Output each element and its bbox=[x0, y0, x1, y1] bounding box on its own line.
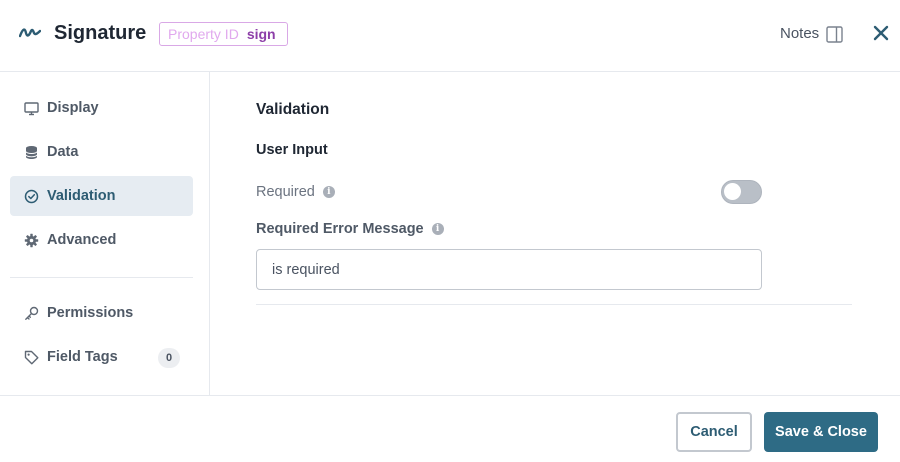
gear-icon bbox=[24, 233, 39, 248]
tag-icon bbox=[24, 350, 39, 365]
required-label: Required bbox=[256, 184, 315, 200]
save-and-close-button[interactable]: Save & Close bbox=[764, 412, 878, 452]
close-icon[interactable] bbox=[871, 23, 891, 43]
sidebar-item-advanced[interactable]: Advanced bbox=[10, 220, 193, 260]
sidebar-item-label: Permissions bbox=[47, 305, 134, 321]
property-id-key: Property ID bbox=[168, 26, 239, 42]
required-field-label: Required i bbox=[256, 182, 335, 202]
content-divider bbox=[256, 304, 852, 305]
modal-title: Signature bbox=[54, 22, 147, 44]
required-toggle[interactable] bbox=[721, 180, 762, 204]
sidebar-divider bbox=[10, 277, 193, 278]
section-title: Validation bbox=[256, 101, 330, 118]
property-id-value: sign bbox=[246, 26, 276, 42]
modal-footer: Cancel Save & Close bbox=[0, 395, 900, 462]
settings-sidebar: Display Data Validation Advanced Permiss… bbox=[0, 72, 210, 395]
modal-header: Signature Property ID sign Notes bbox=[0, 0, 900, 72]
toggle-knob bbox=[724, 183, 741, 200]
notes-button[interactable]: Notes bbox=[780, 24, 843, 44]
error-message-label: Required Error Message bbox=[256, 221, 424, 237]
sidebar-item-data[interactable]: Data bbox=[10, 132, 193, 172]
key-icon bbox=[24, 306, 39, 321]
sidebar-item-validation[interactable]: Validation bbox=[10, 176, 193, 216]
notes-label: Notes bbox=[780, 25, 820, 42]
signature-icon bbox=[19, 28, 41, 38]
sidebar-item-permissions[interactable]: Permissions bbox=[10, 293, 193, 333]
sidebar-item-label: Display bbox=[47, 100, 99, 116]
property-id-badge: Property ID sign bbox=[159, 22, 288, 46]
cancel-button[interactable]: Cancel bbox=[676, 412, 752, 452]
error-message-field-label: Required Error Message i bbox=[256, 219, 444, 239]
sidebar-item-label: Field Tags bbox=[47, 349, 118, 365]
info-icon[interactable]: i bbox=[322, 186, 335, 198]
required-error-message-input[interactable] bbox=[256, 249, 762, 290]
monitor-icon bbox=[24, 101, 39, 116]
info-icon[interactable]: i bbox=[431, 223, 444, 235]
sidebar-item-display[interactable]: Display bbox=[10, 88, 193, 128]
database-icon bbox=[24, 145, 39, 160]
sidebar-item-label: Validation bbox=[47, 188, 116, 204]
sidebar-item-label: Data bbox=[47, 144, 79, 160]
field-tags-count-badge: 0 bbox=[158, 348, 180, 368]
check-circle-icon bbox=[24, 189, 39, 204]
side-panel-icon bbox=[826, 25, 843, 43]
sidebar-item-label: Advanced bbox=[47, 232, 117, 248]
subsection-title: User Input bbox=[256, 142, 328, 158]
